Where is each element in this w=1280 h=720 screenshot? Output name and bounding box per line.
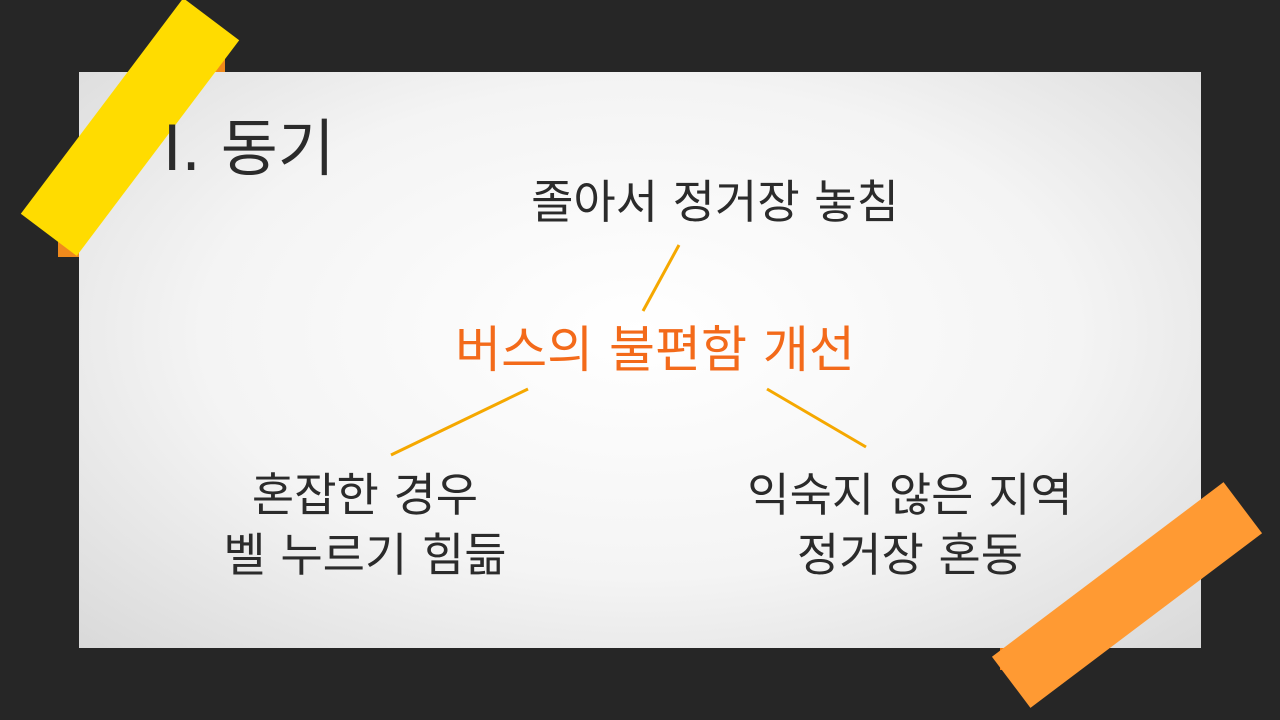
- node-line: 익숙지 않은 지역: [747, 468, 1073, 522]
- slide-title: I. 동기: [163, 112, 335, 185]
- connector-top: [641, 244, 681, 312]
- mindmap-node-center: 버스의 불편함 개선: [455, 321, 855, 379]
- connector-left: [390, 387, 529, 457]
- mindmap-node-top: 졸아서 정거장 놓침: [531, 175, 899, 229]
- mindmap-node-right: 익숙지 않은 지역 정거장 혼동: [700, 465, 1120, 585]
- node-line: 벨 누르기 힘듦: [223, 528, 507, 582]
- node-line: 정거장 혼동: [796, 528, 1024, 582]
- node-line: 혼잡한 경우: [251, 468, 479, 522]
- mindmap-node-left: 혼잡한 경우 벨 누르기 힘듦: [165, 465, 565, 585]
- connector-right: [766, 387, 867, 449]
